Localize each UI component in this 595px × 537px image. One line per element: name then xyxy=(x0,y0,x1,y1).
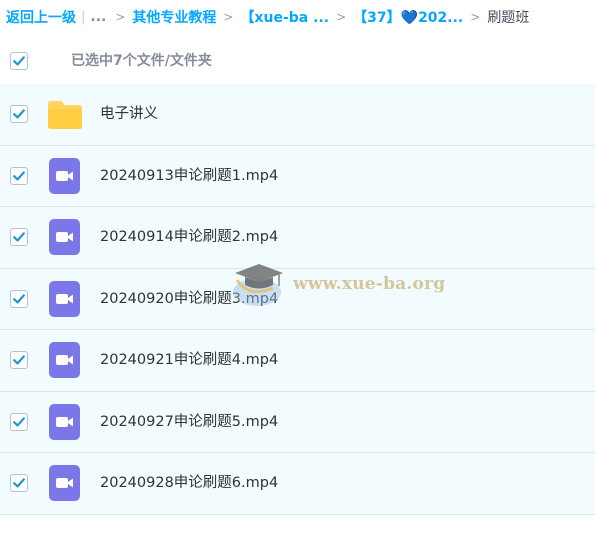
selection-header: 已选中7个文件/文件夹 xyxy=(0,43,595,79)
chevron-right-icon: > xyxy=(223,10,234,24)
list-item[interactable]: 电子讲义 xyxy=(0,84,595,146)
row-checkbox[interactable] xyxy=(10,474,28,492)
row-checkbox[interactable] xyxy=(10,166,28,185)
breadcrumb: 返回上一级 | ... > 其他专业教程 > 【xue-ba ... > 【37… xyxy=(6,0,595,34)
video-file-icon xyxy=(49,403,80,440)
breadcrumb-divider: | xyxy=(81,9,86,25)
breadcrumb-item-other-courses[interactable]: 其他专业教程 xyxy=(132,7,216,27)
checkmark-icon xyxy=(13,56,25,66)
checkmark-icon xyxy=(13,170,25,180)
list-item[interactable]: 20240914申论刷题2.mp4 xyxy=(0,207,595,269)
file-name: 20240921申论刷题4.mp4 xyxy=(100,352,279,368)
video-file-icon xyxy=(49,280,80,317)
breadcrumb-item-37[interactable]: 【37】💙202... xyxy=(353,7,463,27)
chevron-right-icon: > xyxy=(115,10,126,24)
video-file-icon xyxy=(49,342,80,378)
file-name: 20240920申论刷题3.mp4 xyxy=(100,290,279,307)
checkmark-icon xyxy=(13,355,25,365)
row-checkbox[interactable] xyxy=(10,105,28,123)
list-item[interactable]: 20240921申论刷题4.mp4 xyxy=(0,330,595,392)
checkmark-icon xyxy=(13,478,25,488)
row-checkbox[interactable] xyxy=(10,412,28,431)
row-checkbox[interactable] xyxy=(10,289,28,308)
chevron-right-icon: > xyxy=(470,10,481,24)
file-name: 20240927申论刷题5.mp4 xyxy=(100,413,279,430)
select-all-checkbox[interactable] xyxy=(10,52,28,70)
file-name: 20240928申论刷题6.mp4 xyxy=(100,475,279,491)
checkmark-icon xyxy=(13,416,25,426)
file-name: 20240914申论刷题2.mp4 xyxy=(100,229,279,245)
row-checkbox[interactable] xyxy=(10,351,28,369)
checkmark-icon xyxy=(13,293,25,303)
back-link[interactable]: 返回上一级 xyxy=(6,7,76,27)
breadcrumb-item-xue-ba[interactable]: 【xue-ba ... xyxy=(240,7,329,27)
file-name: 电子讲义 xyxy=(100,106,158,122)
list-item[interactable]: 20240927申论刷题5.mp4 xyxy=(0,391,595,453)
file-list: 电子讲义 20240913申论刷题1.mp4 20240914申论刷题2.mp4 xyxy=(0,84,595,515)
selection-count: 已选中7个文件/文件夹 xyxy=(71,53,212,69)
video-file-icon xyxy=(49,157,80,194)
chevron-right-icon: > xyxy=(336,10,347,24)
folder-icon xyxy=(48,101,82,129)
breadcrumb-current: 刷题班 xyxy=(487,10,530,26)
checkmark-icon xyxy=(13,109,25,119)
checkmark-icon xyxy=(13,232,25,242)
breadcrumb-ellipsis[interactable]: ... xyxy=(90,9,106,25)
list-item[interactable]: 20240920申论刷题3.mp4 xyxy=(0,268,595,330)
row-checkbox[interactable] xyxy=(10,228,28,246)
file-name: 20240913申论刷题1.mp4 xyxy=(100,167,279,184)
video-file-icon xyxy=(49,219,80,255)
list-item[interactable]: 20240928申论刷题6.mp4 xyxy=(0,453,595,515)
list-item[interactable]: 20240913申论刷题1.mp4 xyxy=(0,145,595,207)
video-file-icon xyxy=(49,465,80,501)
